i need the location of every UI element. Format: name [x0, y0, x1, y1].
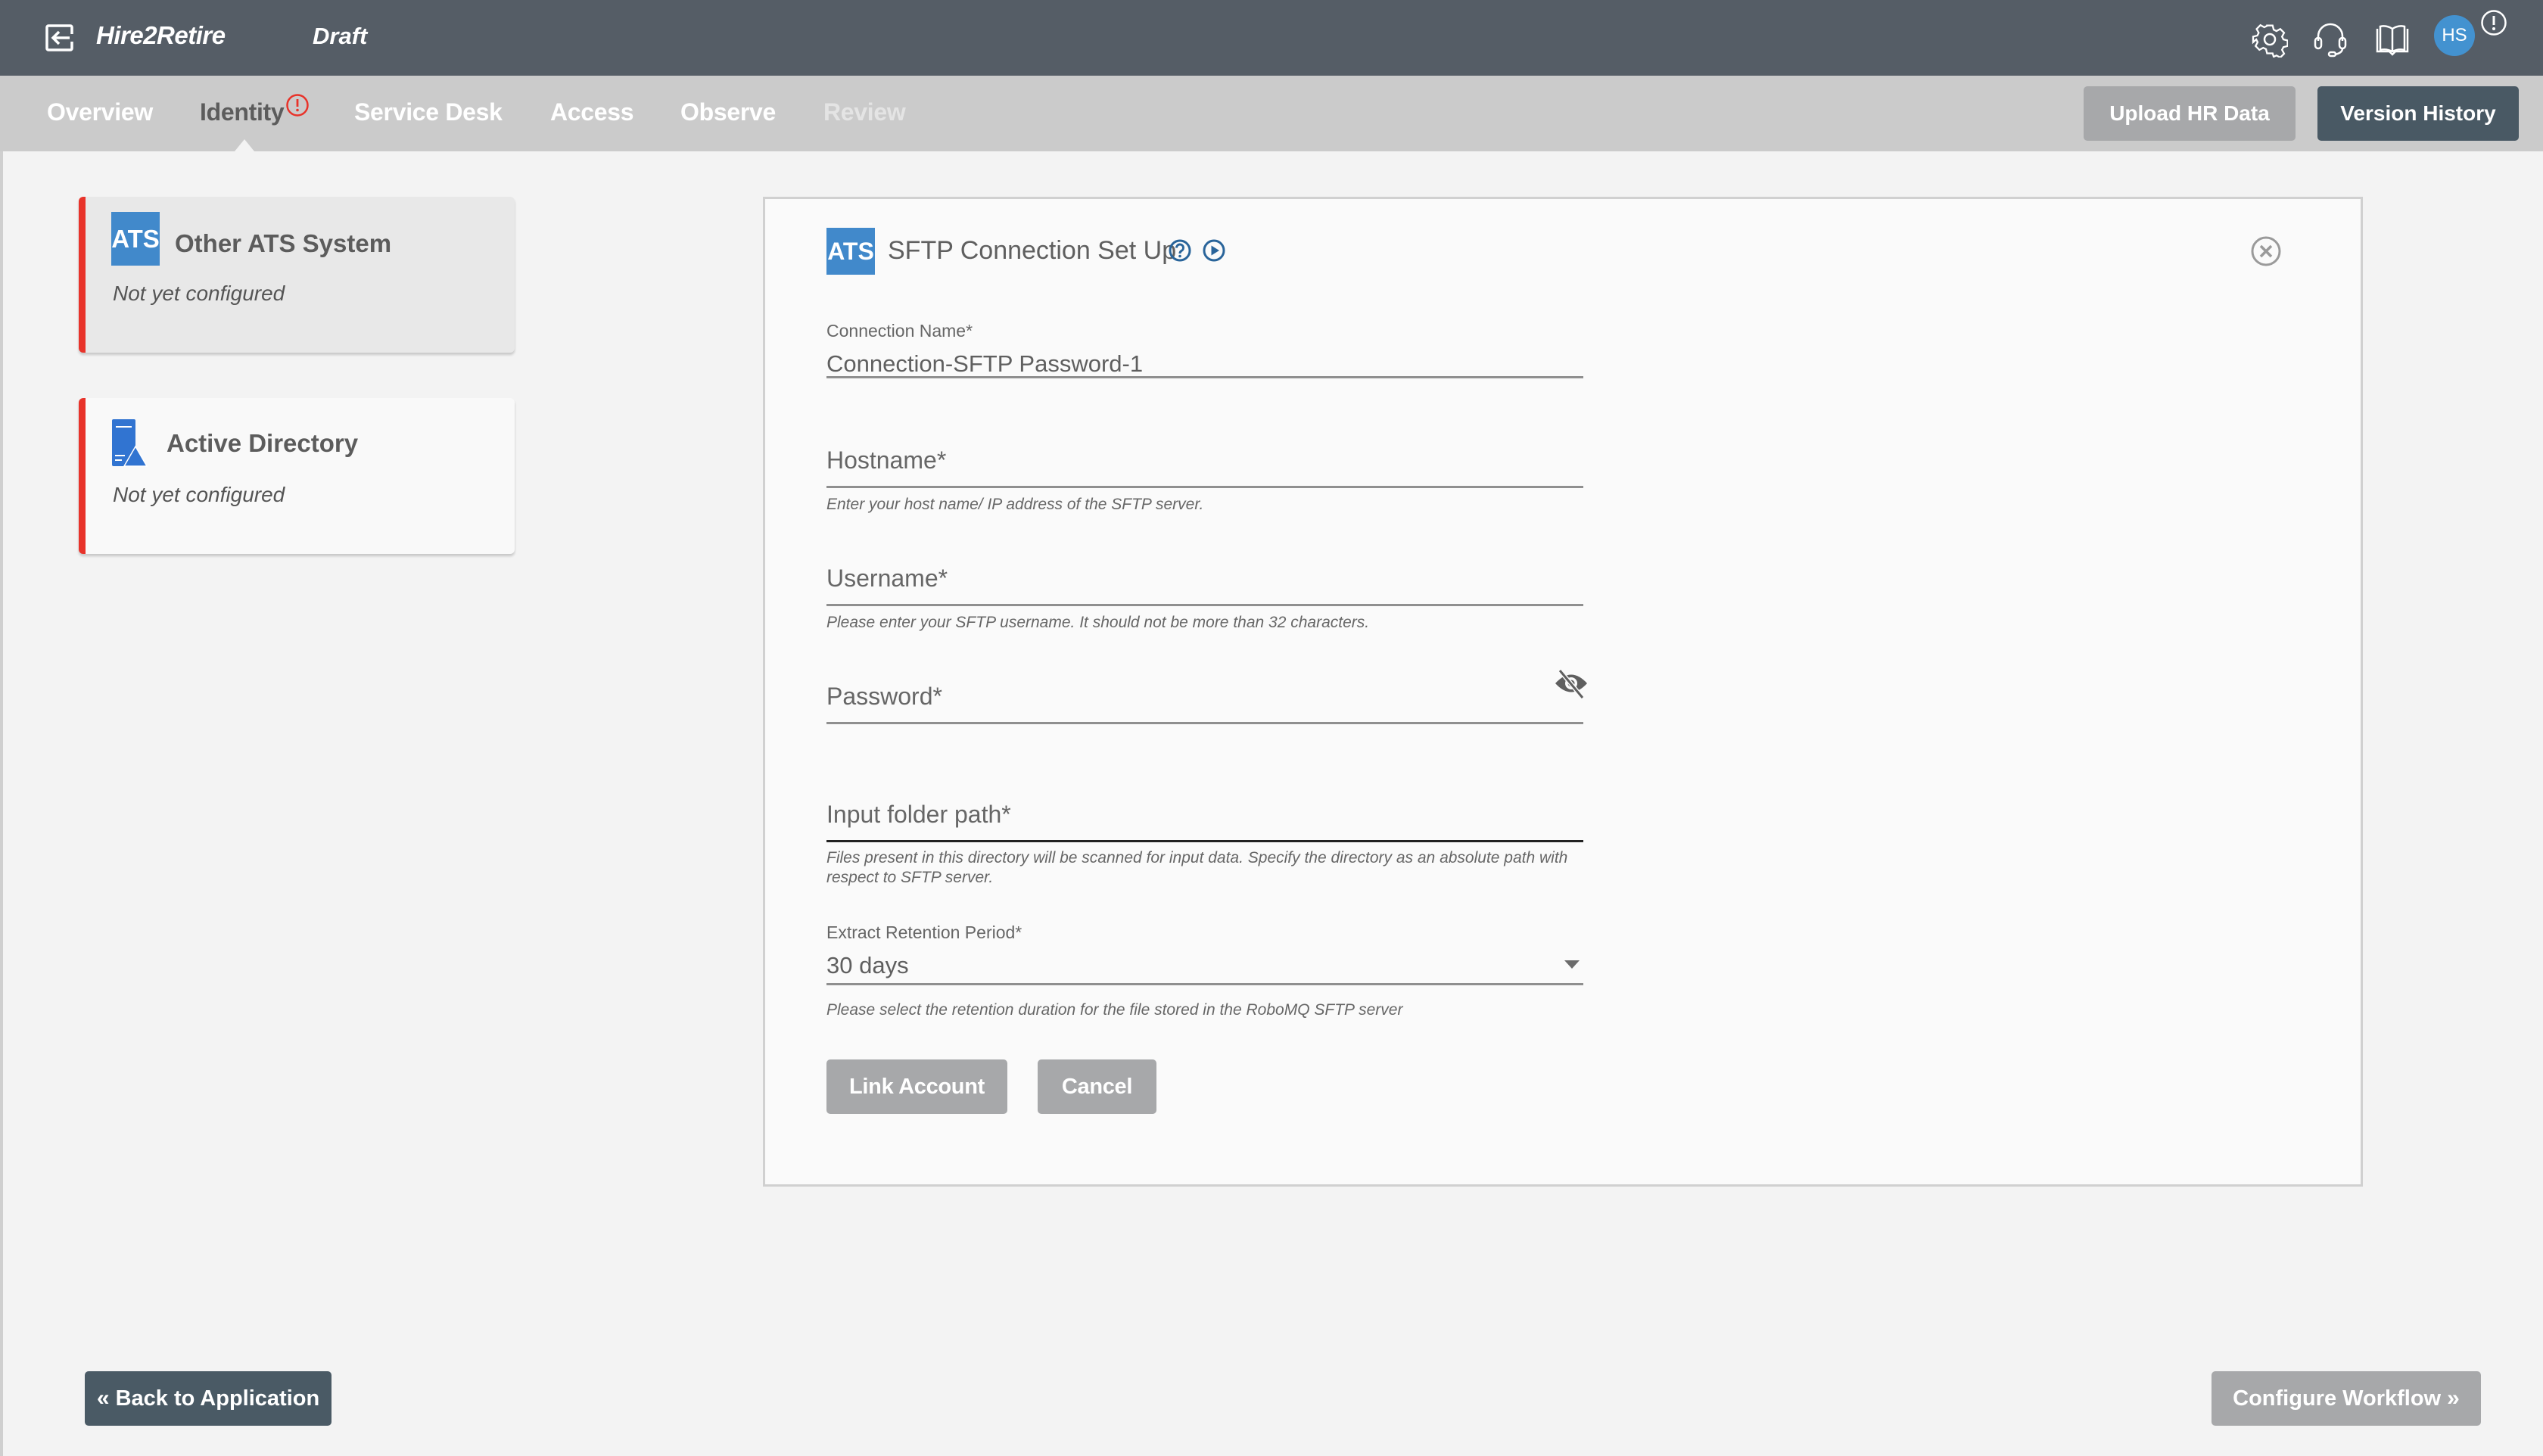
ats-logo-icon: ATS — [826, 228, 875, 275]
connector-card-active-directory[interactable]: Active Directory Not yet configured — [79, 398, 515, 554]
input-folder-underline — [826, 840, 1583, 842]
help-icon[interactable] — [1168, 238, 1192, 263]
card-status: Not yet configured — [113, 282, 285, 305]
hostname-input[interactable] — [826, 446, 1538, 484]
cancel-button[interactable]: Cancel — [1038, 1059, 1156, 1114]
eye-off-icon[interactable] — [1553, 667, 1589, 699]
configure-label: Configure Workflow — [2233, 1386, 2442, 1411]
close-icon[interactable] — [2250, 235, 2282, 267]
retention-select[interactable]: 30 days — [826, 952, 1583, 979]
upload-hr-data-button[interactable]: Upload HR Data — [2084, 86, 2296, 141]
tab-review[interactable]: Review — [823, 98, 906, 126]
connection-name-underline — [826, 376, 1583, 378]
username-field[interactable]: Username* Please enter your SFTP usernam… — [826, 565, 1583, 640]
chevron-down-icon[interactable] — [1564, 960, 1580, 969]
ats-logo-icon: ATS — [111, 212, 160, 266]
configure-workflow-button[interactable]: Configure Workflow » — [2212, 1371, 2481, 1426]
back-label: Back to Application — [115, 1386, 320, 1411]
alert-badge-icon — [286, 94, 309, 117]
connection-name-field[interactable]: Connection Name* Connection-SFTP Passwor… — [826, 321, 1583, 381]
password-input[interactable] — [826, 683, 1538, 720]
tab-overview[interactable]: Overview — [47, 98, 153, 126]
gear-icon[interactable] — [2252, 21, 2288, 58]
card-title: Active Directory — [167, 429, 359, 457]
double-chevron-left-icon: « — [96, 1386, 110, 1411]
active-tab-pointer — [235, 139, 254, 151]
link-account-button[interactable]: Link Account — [826, 1059, 1007, 1114]
tab-observe[interactable]: Observe — [680, 98, 776, 126]
play-video-icon[interactable] — [1202, 238, 1226, 263]
input-folder-hint: Files present in this directory will be … — [826, 849, 1568, 886]
active-directory-icon — [112, 419, 148, 467]
retention-hint: Please select the retention duration for… — [826, 1001, 1403, 1019]
card-status: Not yet configured — [113, 483, 285, 506]
page-left-border — [0, 151, 3, 1456]
version-history-button[interactable]: Version History — [2317, 86, 2519, 141]
app-title: Hire2Retire — [96, 21, 226, 49]
password-underline — [826, 722, 1583, 724]
alert-icon[interactable] — [2480, 9, 2507, 36]
username-input[interactable] — [826, 565, 1538, 602]
connector-card-other-ats[interactable]: ATS Other ATS System Not yet configured — [79, 197, 515, 353]
nav-bar: Overview Identity Service Desk Access Ob… — [0, 76, 2543, 151]
retention-underline — [826, 983, 1583, 985]
input-folder-field[interactable]: Input folder path* Files present in this… — [826, 801, 1583, 891]
password-field[interactable]: Password* — [826, 669, 1587, 736]
username-hint: Please enter your SFTP username. It shou… — [826, 614, 1370, 631]
tab-identity[interactable]: Identity — [200, 98, 285, 126]
username-underline — [826, 604, 1583, 606]
double-chevron-right-icon: » — [2447, 1386, 2460, 1411]
book-icon[interactable] — [2374, 21, 2411, 58]
avatar[interactable]: HS — [2434, 15, 2475, 56]
sftp-setup-panel: ATS SFTP Connection Set Up Connection Na… — [763, 197, 2363, 1187]
hostname-underline — [826, 486, 1583, 488]
headset-icon[interactable] — [2312, 21, 2348, 58]
back-to-application-button[interactable]: « Back to Application — [85, 1371, 331, 1426]
hostname-hint: Enter your host name/ IP address of the … — [826, 496, 1204, 513]
top-bar: Hire2Retire Draft HS — [0, 0, 2543, 76]
input-folder-input[interactable] — [826, 801, 1538, 838]
tab-service-desk[interactable]: Service Desk — [354, 98, 503, 126]
panel-title: SFTP Connection Set Up — [888, 236, 1177, 265]
retention-label: Extract Retention Period* — [826, 922, 1022, 942]
tab-access[interactable]: Access — [550, 98, 634, 126]
exit-icon[interactable] — [45, 24, 74, 51]
hostname-field[interactable]: Hostname* Enter your host name/ IP addre… — [826, 446, 1583, 522]
status-label: Draft — [313, 23, 368, 49]
retention-period-field[interactable]: Extract Retention Period* 30 days Please… — [826, 922, 1583, 1028]
connection-name-input[interactable]: Connection-SFTP Password-1 — [826, 350, 1583, 378]
card-title: Other ATS System — [175, 229, 392, 257]
connection-name-label: Connection Name* — [826, 321, 973, 341]
